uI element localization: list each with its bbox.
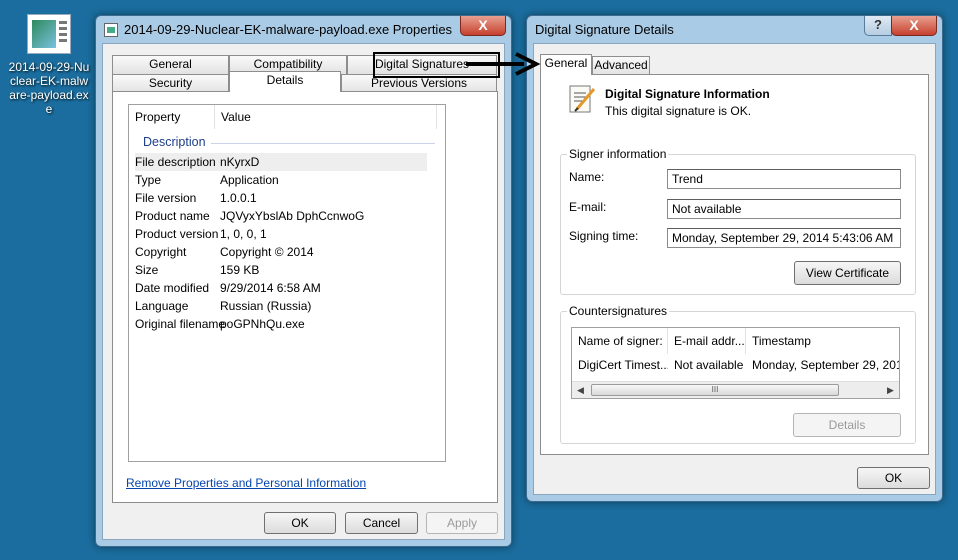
table-row[interactable]: Copyright Copyright © 2014	[135, 243, 427, 261]
properties-list[interactable]: Property Value Description File descript…	[128, 104, 446, 462]
scroll-left-icon[interactable]: ◀	[572, 382, 589, 398]
signer-info-group: Signer information Name: Trend E-mail: N…	[560, 147, 916, 295]
signature-title: Digital Signature Details	[535, 22, 674, 37]
name-label: Name:	[569, 170, 605, 184]
horizontal-scrollbar[interactable]: ◀ III ▶	[572, 381, 899, 398]
sig-ok-button[interactable]: OK	[857, 467, 930, 489]
table-row[interactable]: Product version 1, 0, 0, 1	[135, 225, 427, 243]
remove-properties-link[interactable]: Remove Properties and Personal Informati…	[126, 476, 366, 490]
countersignatures-title: Countersignatures	[567, 304, 670, 318]
details-panel: Property Value Description File descript…	[112, 91, 498, 503]
row-key: Date modified	[135, 281, 210, 295]
certificate-icon	[569, 85, 596, 113]
view-certificate-button[interactable]: View Certificate	[794, 261, 901, 285]
desktop-file-label: 2014-09-29-Nuclear-EK-malware-payload.ex…	[8, 60, 90, 116]
properties-window: 2014-09-29-Nuclear-EK-malware-payload.ex…	[95, 15, 512, 547]
row-value: Russian (Russia)	[220, 299, 312, 313]
cancel-button[interactable]: Cancel	[345, 512, 418, 534]
file-icon	[104, 23, 118, 37]
row-key: Copyright	[135, 245, 187, 259]
table-row[interactable]: Product name JQVyxYbslAb DphCcnwoG	[135, 207, 427, 225]
signature-window: Digital Signature Details ? X General Ad…	[526, 15, 943, 502]
table-row[interactable]: File description nKyrxD	[135, 153, 427, 171]
column-header-timestamp[interactable]: Timestamp	[746, 328, 899, 354]
email-label: E-mail:	[569, 200, 607, 214]
table-row[interactable]: Date modified 9/29/2014 6:58 AM	[135, 279, 427, 297]
properties-titlebar[interactable]: 2014-09-29-Nuclear-EK-malware-payload.ex…	[96, 16, 511, 44]
row-value: nKyrxD	[220, 155, 260, 169]
table-row[interactable]: Size 159 KB	[135, 261, 427, 279]
sig-info-status: This digital signature is OK.	[605, 104, 752, 118]
signing-time-label: Signing time:	[569, 229, 639, 243]
row-value: poGPNhQu.exe	[220, 317, 305, 331]
signature-titlebar[interactable]: Digital Signature Details ? X	[527, 16, 942, 44]
help-button[interactable]: ?	[864, 16, 892, 36]
sig-general-panel: Digital Signature Information This digit…	[540, 74, 929, 455]
details-button: Details	[793, 413, 901, 437]
column-header-property[interactable]: Property	[129, 105, 215, 129]
column-header-value[interactable]: Value	[215, 105, 437, 129]
ok-button[interactable]: OK	[264, 512, 336, 534]
row-key: Product name	[135, 209, 210, 223]
column-header-signer[interactable]: Name of signer:	[572, 328, 668, 354]
row-value: 1, 0, 0, 1	[220, 227, 267, 241]
signing-time-field[interactable]: Monday, September 29, 2014 5:43:06 AM	[667, 228, 901, 248]
table-row[interactable]: Original filename poGPNhQu.exe	[135, 315, 427, 333]
row-key: Type	[135, 173, 162, 187]
row-key: Product version	[135, 227, 219, 241]
desktop-file-icon[interactable]: 2014-09-29-Nuclear-EK-malware-payload.ex…	[8, 14, 90, 116]
row-value: 1.0.0.1	[220, 191, 257, 205]
table-row[interactable]: Language Russian (Russia)	[135, 297, 427, 315]
table-row[interactable]: File version 1.0.0.1	[135, 189, 427, 207]
row-value: JQVyxYbslAb DphCcnwoG	[220, 209, 365, 223]
tab-sig-general[interactable]: General	[540, 54, 592, 75]
exe-file-icon	[27, 14, 71, 54]
arrow-annotation	[466, 52, 541, 76]
tab-details[interactable]: Details	[229, 71, 341, 92]
row-value: 159 KB	[220, 263, 260, 277]
row-value: Copyright © 2014	[220, 245, 314, 259]
row-key: Original filename	[135, 317, 226, 331]
sig-info-heading: Digital Signature Information	[605, 87, 770, 101]
scroll-right-icon[interactable]: ▶	[882, 382, 899, 398]
table-row[interactable]: Type Application	[135, 171, 427, 189]
properties-client: General Compatibility Digital Signatures…	[102, 43, 505, 540]
row-value: Application	[220, 173, 279, 187]
row-key: File version	[135, 191, 197, 205]
tab-general[interactable]: General	[112, 55, 229, 74]
group-divider	[211, 143, 435, 144]
row-key: File description	[135, 155, 216, 169]
properties-title: 2014-09-29-Nuclear-EK-malware-payload.ex…	[124, 22, 453, 37]
countersigner-timestamp[interactable]: Monday, September 29, 2014	[746, 356, 899, 374]
row-key: Size	[135, 263, 159, 277]
column-header-email[interactable]: E-mail addr...	[668, 328, 746, 354]
apply-button: Apply	[426, 512, 498, 534]
row-value: 9/29/2014 6:58 AM	[220, 281, 321, 295]
countersignatures-list[interactable]: Name of signer: E-mail addr... Timestamp…	[571, 327, 900, 399]
signature-client: General Advanced Digital Signature Infor…	[533, 43, 936, 495]
name-field[interactable]: Trend	[667, 169, 901, 189]
countersigner-email[interactable]: Not available	[668, 356, 746, 374]
signer-info-title: Signer information	[567, 147, 669, 161]
countersigner-name[interactable]: DigiCert Timest...	[572, 356, 668, 374]
countersignatures-group: Countersignatures Name of signer: E-mail…	[560, 304, 916, 444]
scrollbar-thumb[interactable]: III	[591, 384, 839, 396]
row-key: Language	[135, 299, 189, 313]
email-field[interactable]: Not available	[667, 199, 901, 219]
signature-close-button[interactable]: X	[891, 16, 937, 36]
properties-close-button[interactable]: X	[460, 16, 506, 36]
group-description: Description	[143, 135, 206, 149]
tab-sig-advanced[interactable]: Advanced	[592, 56, 650, 75]
